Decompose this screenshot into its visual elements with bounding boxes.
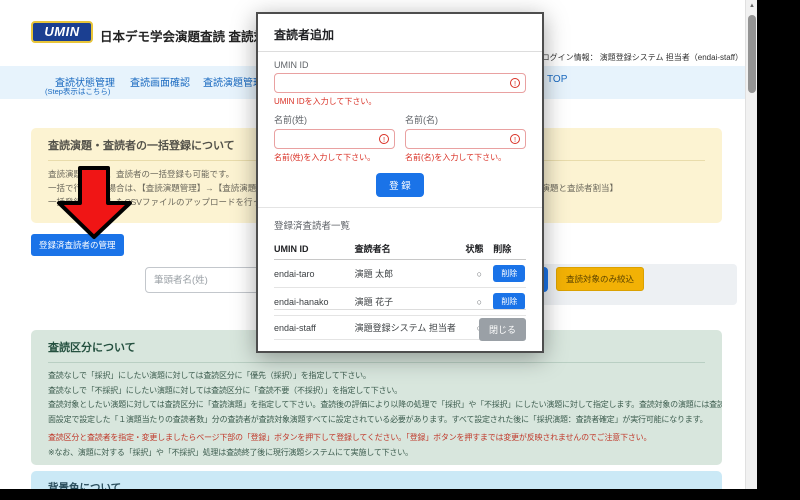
login-info: ログイン情報： 演題登録システム 担当者（endai-staff） (542, 52, 743, 63)
warning-icon (379, 134, 389, 144)
umin-id-field-wrap (274, 73, 526, 93)
last-name-field-wrap (274, 129, 395, 149)
category-line: 面設定で設定した「１演題当たりの査読者数」分の査読者が査読対象演題すべてに設定さ… (48, 413, 705, 428)
modal-footer: 閉じる (274, 309, 526, 341)
col-header-umin-id: UMIN ID (274, 239, 355, 260)
delete-button[interactable]: 削除 (493, 293, 525, 310)
last-name-error: 名前(姓)を入力して下さい。 (274, 152, 395, 163)
nav-item-step-link[interactable]: (Step表示はこちら) (45, 86, 110, 97)
first-name-label: 名前(名) (405, 113, 526, 126)
col-header-status: 状態 (466, 239, 494, 260)
last-name-label: 名前(姓) (274, 113, 395, 126)
first-author-input[interactable] (145, 267, 264, 293)
add-reviewer-modal: 査読者追加 UMIN ID UMIN IDを入力して下さい。 名前(姓) 名前(… (256, 12, 544, 353)
table-row: endai-taro 演題 太郎 ○ 削除 (274, 260, 526, 288)
modal-title: 査読者追加 (274, 26, 526, 43)
background-color-heading: 背景色について (48, 480, 705, 489)
close-button[interactable]: 閉じる (479, 318, 526, 341)
delete-button[interactable]: 削除 (493, 265, 525, 282)
col-header-delete: 削除 (493, 239, 526, 260)
umin-logo: UMIN (31, 21, 93, 43)
category-line: 査読なしで「採択」にしたい演題に対しては査読区分に「優先（採択）」を指定して下さ… (48, 369, 705, 384)
nav-item-top[interactable]: TOP (547, 74, 567, 85)
scroll-up-arrow-icon[interactable]: ▲ (746, 0, 757, 12)
nav-item-review-screen[interactable]: 査読画面確認 (130, 74, 190, 89)
filter-review-targets-button[interactable]: 査読対象のみ絞込 (556, 267, 644, 291)
divider (258, 51, 542, 52)
screen: UMIN 日本デモ学会演題査読 査読対象と査読者割当 ログイン情報： 演題登録シ… (0, 0, 800, 500)
category-line-warning: 査読区分と査読者を指定・変更しましたらページ下部の「登録」ボタンを押下して登録し… (48, 431, 705, 446)
red-arrow-annotation (56, 166, 134, 240)
category-line-note: ※なお、演題に対する「採択」や「不採択」処理は査読終了後に現行演題システムにて実… (48, 446, 705, 461)
umin-id-label: UMIN ID (274, 60, 526, 70)
umin-id-input[interactable] (275, 75, 525, 93)
category-line: 査読なしで「不採択」にしたい演題に対しては査読区分に「査読不要（不採択）」を指定… (48, 384, 705, 399)
divider (48, 362, 705, 363)
reviewer-name: 演題 太郎 (355, 260, 466, 288)
browser-page: UMIN 日本デモ学会演題査読 査読対象と査読者割当 ログイン情報： 演題登録シ… (0, 0, 757, 489)
status-circle: ○ (466, 260, 494, 288)
registered-reviewers-heading: 登録済査読者一覧 (274, 218, 526, 232)
last-name-input[interactable] (275, 131, 394, 149)
vertical-scrollbar[interactable]: ▲ (745, 0, 757, 489)
reviewer-id: endai-taro (274, 260, 355, 288)
first-name-error: 名前(名)を入力して下さい。 (405, 152, 526, 163)
first-name-field-wrap (405, 129, 526, 149)
category-line: 査読対象としたい演題に対しては査読区分に「査読演題」を指定して下さい。査読後の評… (48, 398, 705, 413)
background-color-box: 背景色について (31, 471, 722, 489)
divider (258, 207, 542, 208)
register-button[interactable]: 登 録 (376, 173, 424, 197)
warning-icon (510, 78, 520, 88)
col-header-name: 査読者名 (355, 239, 466, 260)
umin-id-error: UMIN IDを入力して下さい。 (274, 96, 526, 107)
scrollbar-thumb[interactable] (748, 15, 756, 93)
first-name-input[interactable] (406, 131, 525, 149)
warning-icon (510, 134, 520, 144)
